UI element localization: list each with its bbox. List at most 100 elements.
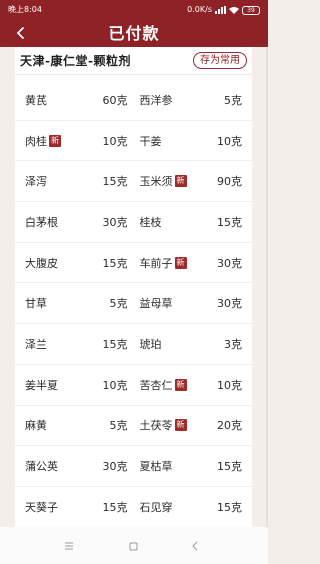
herb-row: 麻黄 5克 土茯苓新 20克	[15, 406, 252, 447]
herb-name: 黄芪	[25, 93, 47, 107]
battery-icon: 39	[242, 5, 260, 15]
herb-name: 玉米须	[139, 175, 173, 189]
herb-name: 琥珀	[139, 337, 162, 351]
herb-name: 土茯苓	[139, 419, 173, 433]
herb-name: 泽兰	[25, 337, 47, 351]
herb-item: 大腹皮 15克	[15, 243, 134, 283]
herb-row: 泽泻 15克 玉米须新 90克	[15, 161, 253, 203]
herb-dose: 15克	[102, 256, 128, 270]
herb-list: 黄芪 60克 西洋参 5克 肉桂新 10克 干姜 10克 泽泻 15克 玉米须新 90克 白茅根 30克桂…	[15, 80, 252, 527]
herb-item: 肉桂新 10克	[15, 121, 134, 161]
nav-bar: 已付款	[0, 20, 268, 47]
status-indicators: 0.0K/s 39	[187, 0, 260, 20]
new-badge: 新	[174, 175, 187, 188]
herb-name: 甘草	[25, 297, 47, 311]
herb-name: 车前子	[139, 256, 173, 270]
herb-dose: 10克	[102, 378, 128, 392]
herb-dose: 10克	[217, 134, 242, 148]
herb-dose: 15克	[102, 500, 128, 514]
card-edge	[266, 47, 268, 527]
herb-item: 琥珀 3克	[134, 324, 253, 364]
herb-name: 石见穿	[139, 500, 173, 514]
system-nav-bar	[0, 527, 268, 564]
herb-dose: 30克	[217, 297, 242, 311]
network-speed: 0.0K/s	[187, 5, 212, 14]
herb-name: 蒲公英	[25, 460, 58, 474]
herb-dose: 5克	[224, 93, 242, 107]
herb-row: 大腹皮 15克 车前子新 30克	[15, 243, 252, 284]
save-as-favorite-button[interactable]: 存为常用	[193, 52, 247, 69]
herb-name: 麻黄	[25, 419, 47, 433]
herb-dose: 30克	[102, 460, 128, 474]
herb-item: 土茯苓新 20克	[134, 406, 253, 446]
triangle-back-icon	[192, 541, 198, 551]
new-badge: 新	[174, 378, 187, 391]
herb-dose: 60克	[102, 93, 128, 107]
herb-item: 姜半夏 10克	[15, 365, 134, 405]
status-time: 晚上8:04	[8, 5, 42, 14]
chevron-left-icon	[16, 26, 24, 40]
herb-row: 黄芪 60克 西洋参 5克	[15, 80, 252, 121]
herb-row: 蒲公英 30克 夏枯草 15克	[15, 446, 252, 487]
herb-dose: 10克	[217, 378, 242, 392]
herb-dose: 5克	[109, 297, 128, 311]
wifi-icon	[229, 7, 239, 14]
herb-item: 蒲公英 30克	[15, 446, 134, 486]
app-header: 晚上8:04 0.0K/s 39 已付款	[0, 0, 268, 47]
herb-item: 甘草 5克	[15, 283, 134, 323]
herb-name: 泽泻	[25, 175, 47, 189]
herb-item: 苦杏仁新 10克	[134, 365, 253, 405]
herb-row: 天葵子 15克 石见穿 15克	[15, 487, 252, 527]
menu-button[interactable]	[62, 539, 76, 553]
herb-item: 西洋参 5克	[134, 80, 253, 120]
page-title: 已付款	[108, 24, 160, 43]
herb-item: 干姜 10克	[134, 121, 253, 161]
herb-row: 姜半夏 10克 苦杏仁新 10克	[15, 365, 252, 406]
prescription-header: 天津-康仁堂-颗粒剂 存为常用	[15, 47, 252, 75]
herb-dose: 15克	[217, 215, 242, 229]
herb-item: 益母草 30克	[134, 283, 253, 323]
menu-icon	[65, 542, 73, 550]
signal-icon	[215, 6, 226, 14]
herb-dose: 3克	[224, 337, 242, 351]
herb-name: 肉桂	[25, 134, 47, 148]
herb-row: 泽兰 15克 琥珀 3克	[15, 324, 252, 365]
herb-row: 甘草 5克 益母草 30克	[15, 283, 253, 325]
new-badge: 新	[49, 134, 61, 147]
herb-name: 天葵子	[25, 500, 58, 514]
herb-item: 石见穿 15克	[134, 487, 253, 527]
herb-name: 苦杏仁	[139, 378, 173, 392]
herb-item: 泽兰 15克	[15, 324, 134, 364]
herb-item: 黄芪 60克	[15, 80, 134, 120]
new-badge: 新	[174, 256, 187, 269]
new-badge: 新	[174, 419, 187, 432]
herb-item: 玉米须新 90克	[134, 161, 253, 201]
herb-name: 大腹皮	[25, 256, 58, 270]
home-square-icon	[129, 542, 137, 550]
herb-item: 桂枝 15克	[134, 202, 253, 242]
herb-item: 天葵子 15克	[15, 487, 134, 527]
herb-item: 白茅根 30克	[15, 202, 134, 242]
herb-dose: 5克	[109, 419, 128, 433]
herb-dose: 30克	[102, 215, 128, 229]
herb-name: 益母草	[139, 297, 173, 311]
herb-name: 白茅根	[25, 215, 58, 229]
herb-item: 麻黄 5克	[15, 406, 134, 446]
herb-name: 姜半夏	[25, 378, 58, 392]
herb-dose: 10克	[102, 134, 128, 148]
herb-name: 夏枯草	[139, 460, 173, 474]
herb-dose: 15克	[217, 460, 242, 474]
herb-row: 肉桂新 10克 干姜 10克	[15, 121, 252, 162]
herb-dose: 90克	[217, 175, 242, 189]
herb-name: 干姜	[139, 134, 162, 148]
status-bar: 晚上8:04 0.0K/s 39	[0, 0, 268, 20]
prescription-card: 天津-康仁堂-颗粒剂 存为常用 黄芪 60克 西洋参 5克 肉桂新 10克 干姜 10克 泽泻 1…	[15, 47, 252, 527]
home-button[interactable]	[126, 539, 140, 553]
herb-row: 白茅根 30克 桂枝 15克	[15, 202, 252, 243]
prescription-name: 天津-康仁堂-颗粒剂	[20, 54, 131, 68]
system-back-button[interactable]	[188, 539, 202, 553]
back-button[interactable]	[10, 23, 30, 43]
herb-dose: 30克	[217, 256, 242, 270]
herb-dose: 15克	[217, 500, 242, 514]
herb-dose: 15克	[102, 175, 128, 189]
